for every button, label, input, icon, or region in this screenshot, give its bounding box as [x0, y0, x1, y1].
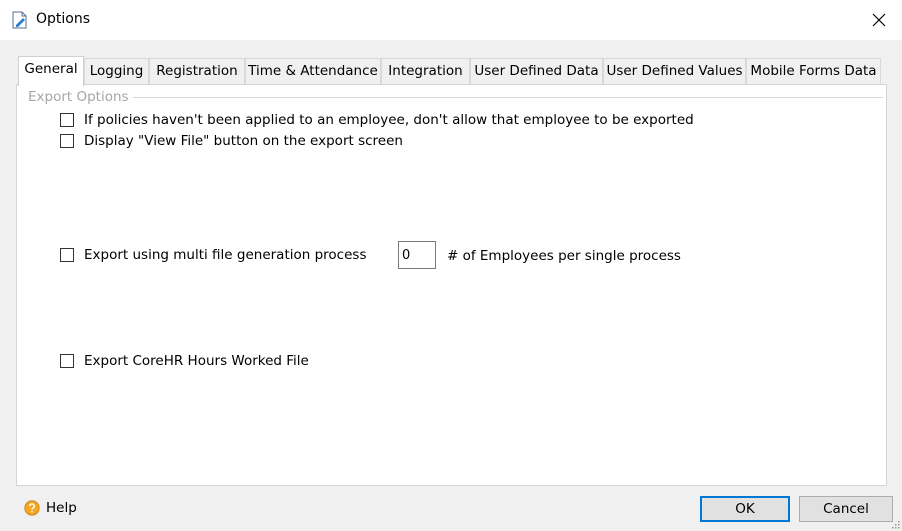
employees-per-process-input[interactable]: [398, 241, 436, 269]
ok-button[interactable]: OK: [700, 496, 790, 522]
cancel-button[interactable]: Cancel: [799, 496, 893, 522]
tab-logging[interactable]: Logging: [84, 58, 149, 84]
tab-user-defined-values[interactable]: User Defined Values: [603, 58, 746, 84]
resize-grip-icon[interactable]: [890, 519, 900, 529]
tab-general[interactable]: General: [18, 56, 84, 86]
employees-per-process-label: # of Employees per single process: [447, 248, 681, 264]
view-file-checkbox[interactable]: [60, 134, 74, 148]
close-icon: [872, 13, 886, 27]
close-button[interactable]: [856, 0, 902, 40]
tab-mobile-forms-data[interactable]: Mobile Forms Data: [746, 58, 881, 84]
export-options-group-label: Export Options: [28, 89, 133, 105]
tab-registration[interactable]: Registration: [149, 58, 245, 84]
help-link[interactable]: Help: [24, 500, 77, 516]
document-edit-icon: [12, 11, 28, 29]
tab-user-defined-data[interactable]: User Defined Data: [470, 58, 603, 84]
view-file-option[interactable]: Display "View File" button on the export…: [60, 133, 403, 149]
group-divider: [133, 97, 883, 98]
multi-file-label: Export using multi file generation proce…: [84, 247, 367, 263]
corehr-checkbox[interactable]: [60, 354, 74, 368]
multi-file-checkbox[interactable]: [60, 248, 74, 262]
view-file-label: Display "View File" button on the export…: [84, 133, 403, 149]
tab-time-attendance[interactable]: Time & Attendance: [245, 58, 381, 84]
title-bar: Options: [0, 0, 902, 40]
corehr-label: Export CoreHR Hours Worked File: [84, 353, 309, 369]
no-policy-label: If policies haven't been applied to an e…: [84, 112, 694, 128]
corehr-option[interactable]: Export CoreHR Hours Worked File: [60, 353, 309, 369]
help-label: Help: [46, 500, 77, 516]
no-policy-checkbox[interactable]: [60, 113, 74, 127]
multi-file-option[interactable]: Export using multi file generation proce…: [60, 247, 366, 263]
help-icon: [24, 500, 40, 516]
tab-integration[interactable]: Integration: [381, 58, 470, 84]
window-title: Options: [36, 11, 91, 27]
general-tab-panel: Export Options If policies haven't been …: [16, 84, 887, 486]
no-policy-export-option[interactable]: If policies haven't been applied to an e…: [60, 112, 694, 128]
